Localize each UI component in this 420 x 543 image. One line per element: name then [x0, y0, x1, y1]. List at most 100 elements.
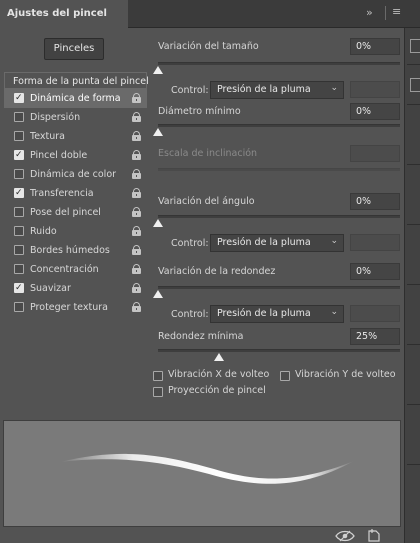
brush-option-item[interactable]: Dinámica de color [4, 165, 147, 184]
lock-icon[interactable] [132, 131, 141, 141]
strip-divider [407, 164, 420, 165]
brush-presets-button[interactable]: Pinceles [44, 38, 104, 60]
titlebar-divider [385, 6, 386, 20]
size-jitter-slider-thumb[interactable] [153, 66, 163, 74]
min-diameter-label: Diámetro mínimo [158, 106, 241, 117]
option-label: Transferencia [30, 188, 94, 199]
brush-options-list: Forma de la punta del pincel Dinámica de… [4, 72, 149, 317]
new-preset-icon[interactable] [368, 529, 380, 542]
option-label: Pincel doble [30, 150, 88, 161]
panel-tab[interactable]: Ajustes del pincel [0, 0, 128, 29]
strip-divider [407, 464, 420, 465]
lock-icon[interactable] [132, 169, 141, 179]
adjacent-panel-strip [404, 28, 420, 543]
strip-divider [407, 344, 420, 345]
stroke-preview-graphic [60, 453, 354, 484]
panel-footer [0, 528, 404, 543]
option-checkbox[interactable] [14, 279, 24, 298]
lock-icon[interactable] [132, 226, 141, 236]
option-label: Dinámica de forma [30, 93, 121, 104]
flip-x-checkbox[interactable] [153, 371, 163, 381]
size-jitter-slider-track[interactable] [158, 62, 400, 65]
control-2-select[interactable]: Presión de la pluma ⌄ [210, 234, 344, 252]
tilt-scale-slider-track [158, 168, 400, 171]
option-label: Dispersión [30, 112, 81, 123]
brush-option-item[interactable]: Dinámica de forma [4, 89, 147, 108]
option-checkbox[interactable] [14, 146, 24, 165]
angle-jitter-input[interactable]: 0% [350, 193, 400, 210]
brush-option-item[interactable]: Textura [4, 127, 147, 146]
lock-icon[interactable] [132, 207, 141, 217]
lock-icon[interactable] [132, 93, 141, 103]
brush-option-item[interactable]: Ruido [4, 222, 147, 241]
option-checkbox[interactable] [14, 169, 24, 179]
lock-icon[interactable] [132, 245, 141, 255]
control-2-extra-input [350, 234, 400, 251]
chevron-down-icon: ⌄ [330, 307, 338, 317]
chevron-down-icon: ⌄ [330, 83, 338, 93]
roundness-jitter-input[interactable]: 0% [350, 263, 400, 280]
brush-option-item[interactable]: Pose del pincel [4, 203, 147, 222]
double-chevron-right-icon[interactable]: » [366, 6, 373, 19]
panel-title: Ajustes del pincel [7, 8, 107, 19]
angle-jitter-label: Variación del ángulo [158, 196, 255, 207]
lock-icon[interactable] [132, 150, 141, 160]
roundness-jitter-label: Variación de la redondez [158, 266, 276, 277]
hamburger-menu-icon[interactable]: ≡ [392, 5, 401, 18]
flip-y-label: Vibración Y de volteo [295, 369, 396, 380]
option-checkbox[interactable] [14, 207, 24, 217]
option-checkbox[interactable] [14, 245, 24, 255]
min-roundness-input[interactable]: 25% [350, 328, 400, 345]
lock-icon[interactable] [132, 283, 141, 293]
size-jitter-input[interactable]: 0% [350, 38, 400, 55]
option-checkbox[interactable] [14, 264, 24, 274]
lock-icon[interactable] [132, 188, 141, 198]
angle-jitter-slider-track[interactable] [158, 215, 400, 218]
lock-icon[interactable] [132, 302, 141, 312]
lock-icon[interactable] [132, 112, 141, 122]
strip-marker [410, 78, 420, 92]
option-checkbox[interactable] [14, 89, 24, 108]
option-checkbox[interactable] [14, 131, 24, 141]
option-label: Bordes húmedos [30, 245, 110, 256]
control-3-select[interactable]: Presión de la pluma ⌄ [210, 305, 344, 323]
option-checkbox[interactable] [14, 226, 24, 236]
tilt-scale-input [350, 145, 400, 162]
size-jitter-label: Variación del tamaño [158, 41, 259, 52]
brush-option-item[interactable]: Suavizar [4, 279, 147, 298]
control-3-value: Presión de la pluma [217, 308, 311, 319]
roundness-jitter-slider-track[interactable] [158, 286, 400, 289]
control-2-label: Control: [171, 238, 209, 249]
brush-projection-checkbox[interactable] [153, 387, 163, 397]
brush-option-item[interactable]: Bordes húmedos [4, 241, 147, 260]
brush-option-item[interactable]: Proteger textura [4, 298, 147, 317]
brush-stroke-preview [3, 420, 401, 527]
option-label: Textura [30, 131, 65, 142]
eye-icon[interactable] [335, 530, 355, 542]
brush-tip-shape-item[interactable]: Forma de la punta del pincel [4, 72, 149, 89]
brush-option-item[interactable]: Dispersión [4, 108, 147, 127]
control-1-select[interactable]: Presión de la pluma ⌄ [210, 81, 344, 99]
brush-option-item[interactable]: Pincel doble [4, 146, 147, 165]
tilt-scale-label: Escala de inclinación [158, 148, 258, 159]
strip-divider [407, 104, 420, 105]
option-checkbox[interactable] [14, 112, 24, 122]
min-roundness-slider-thumb[interactable] [213, 353, 224, 361]
lock-icon[interactable] [132, 264, 141, 274]
strip-divider [407, 224, 420, 225]
brush-option-item[interactable]: Transferencia [4, 184, 147, 203]
brush-option-item[interactable]: Concentración [4, 260, 147, 279]
option-label: Concentración [30, 264, 99, 275]
min-roundness-slider-track[interactable] [158, 349, 400, 352]
min-diameter-slider-track[interactable] [158, 124, 400, 127]
min-diameter-slider-thumb[interactable] [153, 128, 163, 136]
roundness-jitter-slider-thumb[interactable] [153, 290, 163, 298]
min-roundness-label: Redondez mínima [158, 331, 244, 342]
angle-jitter-slider-thumb[interactable] [153, 219, 163, 227]
option-checkbox[interactable] [14, 302, 24, 312]
option-checkbox[interactable] [14, 184, 24, 203]
strip-marker [410, 39, 420, 53]
strip-divider [407, 284, 420, 285]
flip-y-checkbox[interactable] [280, 371, 290, 381]
min-diameter-input[interactable]: 0% [350, 103, 400, 120]
